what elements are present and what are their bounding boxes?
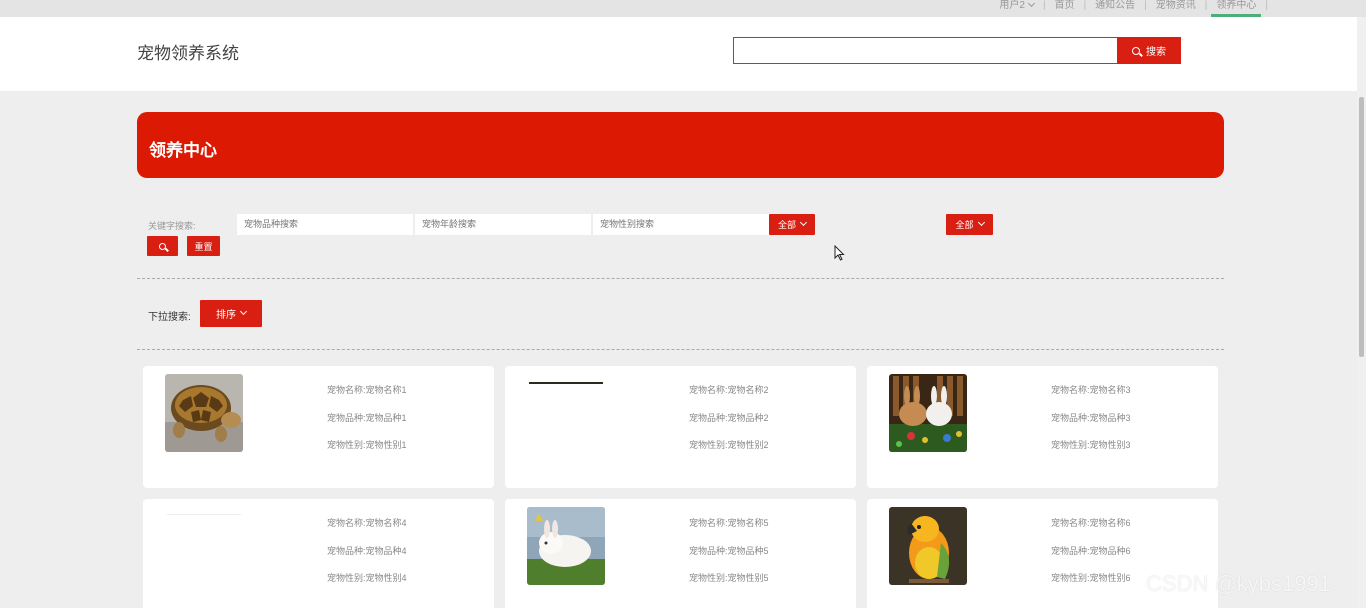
pet-card[interactable]: 宠物名称:宠物名称2 宠物品种:宠物品种2 宠物性别:宠物性别2 bbox=[505, 366, 856, 488]
divider: | bbox=[1083, 0, 1087, 11]
sort-dropdown[interactable]: 排序 bbox=[200, 300, 262, 327]
top-nav: 用户2 | 首页 | 通知公告 | 宠物资讯 | 领养中心 | bbox=[994, 0, 1272, 17]
pet-card[interactable]: 宠物名称:宠物名称1 宠物品种:宠物品种1 宠物性别:宠物性别1 bbox=[143, 366, 494, 488]
nav-home[interactable]: 首页 bbox=[1050, 0, 1080, 17]
pet-image-broken[interactable] bbox=[165, 507, 243, 585]
divider bbox=[137, 349, 1224, 350]
scrollbar-thumb[interactable] bbox=[1359, 97, 1364, 357]
chevron-down-icon bbox=[1027, 0, 1035, 8]
pet-breed: 宠物品种:宠物品种3 bbox=[1051, 413, 1131, 423]
search-icon bbox=[159, 242, 166, 250]
pet-breed: 宠物品种:宠物品种2 bbox=[689, 413, 769, 423]
search-icon bbox=[1132, 46, 1140, 55]
divider: | bbox=[1144, 0, 1147, 11]
pet-breed: 宠物品种:宠物品种1 bbox=[327, 413, 407, 423]
divider bbox=[137, 278, 1224, 279]
pet-gender: 宠物性别:宠物性别1 bbox=[327, 440, 407, 450]
pet-name: 宠物名称:宠物名称1 bbox=[327, 385, 407, 395]
pet-gender: 宠物性别:宠物性别5 bbox=[689, 573, 769, 583]
mouse-cursor-icon bbox=[834, 245, 845, 261]
pet-card[interactable]: 宠物名称:宠物名称4 宠物品种:宠物品种4 宠物性别:宠物性别4 bbox=[143, 499, 494, 608]
pet-gender: 宠物性别:宠物性别2 bbox=[689, 440, 769, 450]
header: 宠物领养系统 搜索 bbox=[0, 17, 1357, 91]
pet-breed: 宠物品种:宠物品种6 bbox=[1051, 546, 1131, 556]
dropdown-search-label: 下拉搜索: bbox=[148, 312, 191, 323]
pet-gender: 宠物性别:宠物性别6 bbox=[1051, 573, 1131, 583]
pet-name: 宠物名称:宠物名称5 bbox=[689, 518, 769, 528]
pet-gender: 宠物性别:宠物性别4 bbox=[327, 573, 407, 583]
chevron-down-icon bbox=[239, 307, 248, 316]
nav-adopt-center[interactable]: 领养中心 bbox=[1211, 0, 1262, 17]
breed-search-input[interactable] bbox=[237, 214, 413, 235]
divider: | bbox=[1204, 0, 1208, 11]
pet-image-broken[interactable] bbox=[527, 374, 605, 452]
pet-name: 宠物名称:宠物名称6 bbox=[1051, 518, 1131, 528]
top-bar: 用户2 | 首页 | 通知公告 | 宠物资讯 | 领养中心 | bbox=[0, 0, 1366, 17]
pet-card[interactable]: 宠物名称:宠物名称3 宠物品种:宠物品种3 宠物性别:宠物性别3 bbox=[867, 366, 1218, 488]
pet-image-white-rabbit[interactable] bbox=[527, 507, 605, 585]
filter-select-2[interactable]: 全部 bbox=[946, 214, 993, 235]
pet-breed: 宠物品种:宠物品种5 bbox=[689, 546, 769, 556]
pet-card[interactable]: 宠物名称:宠物名称5 宠物品种:宠物品种5 宠物性别:宠物性别5 bbox=[505, 499, 856, 608]
filter-search-button[interactable] bbox=[147, 236, 178, 256]
pet-name: 宠物名称:宠物名称3 bbox=[1051, 385, 1131, 395]
pet-gender: 宠物性别:宠物性别3 bbox=[1051, 440, 1131, 450]
scrollbar[interactable] bbox=[1357, 17, 1366, 608]
age-search-input[interactable] bbox=[415, 214, 591, 235]
chevron-down-icon bbox=[799, 218, 808, 227]
page-banner: 领养中心 bbox=[137, 112, 1224, 178]
pet-name: 宠物名称:宠物名称2 bbox=[689, 385, 769, 395]
pet-image-tortoise[interactable] bbox=[165, 374, 243, 452]
watermark: CSDN @kybs1991 bbox=[1146, 571, 1331, 596]
nav-news[interactable]: 宠物资讯 bbox=[1151, 0, 1201, 17]
nav-notice[interactable]: 通知公告 bbox=[1090, 0, 1140, 17]
search-input[interactable] bbox=[733, 37, 1118, 64]
reset-button[interactable]: 重置 bbox=[187, 236, 220, 256]
user-menu[interactable]: 用户2 bbox=[994, 0, 1039, 17]
divider: | bbox=[1042, 0, 1046, 11]
search-button[interactable]: 搜索 bbox=[1117, 37, 1181, 64]
page-title: 领养中心 bbox=[149, 141, 217, 160]
divider: | bbox=[1265, 0, 1268, 11]
keyword-label: 关键字搜索: bbox=[148, 221, 196, 231]
chevron-down-icon bbox=[977, 218, 985, 227]
site-title: 宠物领养系统 bbox=[137, 44, 239, 63]
pet-breed: 宠物品种:宠物品种4 bbox=[327, 546, 407, 556]
pet-image-parrot[interactable] bbox=[889, 507, 967, 585]
gender-search-input[interactable] bbox=[593, 214, 769, 235]
pet-image-rabbits[interactable] bbox=[889, 374, 967, 452]
pet-name: 宠物名称:宠物名称4 bbox=[327, 518, 407, 528]
filter-select-1[interactable]: 全部 bbox=[769, 214, 815, 235]
